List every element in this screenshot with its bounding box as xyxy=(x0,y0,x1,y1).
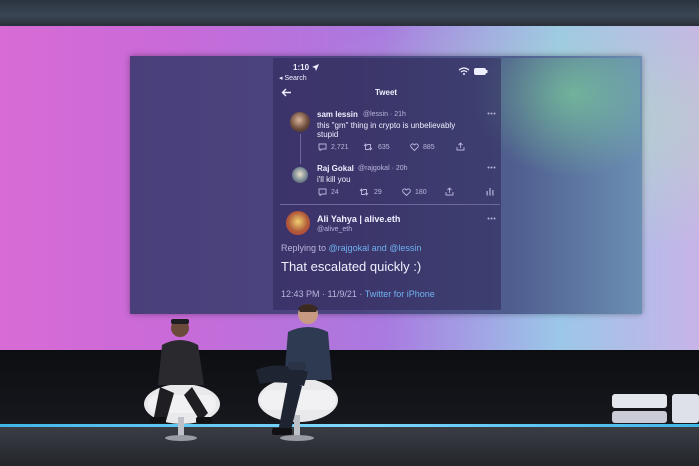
wifi-icon xyxy=(458,67,470,75)
event-logo xyxy=(612,411,667,423)
like-count: 885 xyxy=(423,144,435,151)
reply-icon[interactable] xyxy=(318,143,327,151)
more-icon[interactable] xyxy=(487,166,496,169)
retweet-icon[interactable] xyxy=(359,188,369,196)
analytics-icon[interactable] xyxy=(486,187,494,196)
tweet-divider xyxy=(280,204,500,205)
like-icon[interactable] xyxy=(402,188,411,196)
battery-icon xyxy=(474,68,488,75)
stage-floor xyxy=(0,427,699,466)
back-arrow-icon[interactable] xyxy=(281,88,292,97)
main-tweet-meta: 12:43 PM · 11/9/21 · Twitter for iPhone xyxy=(281,289,435,299)
avatar-sam-lessin[interactable] xyxy=(290,112,310,132)
reply-count: 24 xyxy=(331,189,339,196)
main-tweet-author-handle: @alive_eth xyxy=(317,226,353,233)
thread-line xyxy=(300,134,301,164)
share-icon[interactable] xyxy=(445,187,454,196)
more-icon[interactable] xyxy=(487,112,496,115)
ceiling xyxy=(0,0,699,26)
share-icon[interactable] xyxy=(456,142,465,151)
tweet-author-name: sam lessin xyxy=(317,110,358,119)
location-arrow-icon xyxy=(312,64,319,71)
nav-title: Tweet xyxy=(375,88,398,97)
retweet-count: 29 xyxy=(374,189,382,196)
reply-icon[interactable] xyxy=(318,188,327,196)
event-logo xyxy=(612,394,667,408)
replying-to-line: Replying to @rajgokal and @lessin xyxy=(281,243,421,253)
more-icon[interactable] xyxy=(487,217,496,220)
main-tweet-author-name: Ali Yahya | alive.eth xyxy=(317,214,401,224)
tweet-text-line: stupid xyxy=(317,130,339,139)
tweet-author-name: Raj Gokal xyxy=(317,164,354,173)
retweet-icon[interactable] xyxy=(363,143,373,151)
replying-to-handles[interactable]: @rajgokal and @lessin xyxy=(329,243,422,253)
status-time: 1:10 xyxy=(293,63,310,72)
event-logo xyxy=(672,394,699,423)
main-tweet-timestamp: 12:43 PM · 11/9/21 · xyxy=(281,289,365,299)
tweet-text-line: i'll kill you xyxy=(317,175,351,184)
speaker-right xyxy=(256,304,338,441)
replying-to-prefix: Replying to xyxy=(281,243,329,253)
avatar-raj-gokal[interactable] xyxy=(292,167,308,183)
stage-wall xyxy=(0,350,699,425)
speaker-left xyxy=(144,319,220,441)
tweet-author-handle: @rajgokal · 20h xyxy=(358,165,408,172)
tweet-author-handle: @lessin · 21h xyxy=(363,111,406,118)
reply-count: 2,721 xyxy=(331,144,349,151)
like-count: 180 xyxy=(415,189,427,196)
main-tweet-text: That escalated quickly :) xyxy=(281,259,422,274)
main-tweet-source[interactable]: Twitter for iPhone xyxy=(365,289,435,299)
back-link: ◂ Search xyxy=(279,75,307,82)
like-icon[interactable] xyxy=(410,143,419,151)
avatar-ali-yahya[interactable] xyxy=(286,211,310,235)
tweet-text-line: this "gm" thing in crypto is unbelievabl… xyxy=(317,121,456,130)
retweet-count: 635 xyxy=(378,144,390,151)
